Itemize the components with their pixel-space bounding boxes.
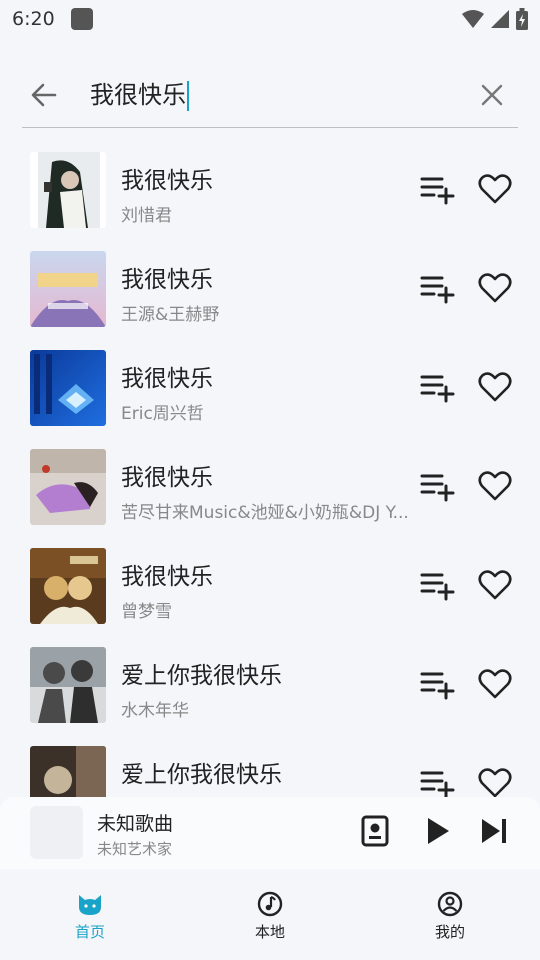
song-row[interactable]: 爱上你我很快乐 水木年华 [0,636,540,735]
song-title: 我很快乐 [121,465,213,491]
clear-search-button[interactable] [470,73,514,117]
battery-icon [516,8,528,30]
add-to-playlist-button[interactable] [420,470,456,502]
nav-label: 首页 [74,923,105,941]
song-title: 我很快乐 [121,366,213,392]
album-cover [30,647,106,723]
add-to-playlist-button[interactable] [420,272,456,304]
song-artist: 苦尽甘来Music&池娅&小奶瓶&DJ Y... [121,503,409,523]
nav-item-local[interactable]: 本地 [180,869,360,960]
mini-player-title: 未知歌曲 [97,813,174,835]
close-icon [481,84,503,105]
mini-player-cover [30,806,83,859]
album-cover [30,251,106,327]
arrow-left-icon [31,83,57,106]
next-track-button[interactable] [480,815,510,847]
song-artist: 水木年华 [121,701,189,721]
music-note-icon [257,891,283,917]
add-to-playlist-button[interactable] [420,767,456,797]
song-title: 我很快乐 [121,168,213,194]
song-row[interactable]: 我很快乐 刘惜君 [0,141,540,240]
search-bar: 我很快乐 [22,62,518,128]
album-cover [30,548,106,624]
song-artist: 曾梦雪 [121,602,172,622]
heart-icon[interactable] [478,766,512,797]
song-artist: 王源&王赫野 [121,305,220,325]
cat-icon [79,895,101,915]
album-cover [30,746,106,797]
cellular-signal-icon [491,10,509,28]
song-row[interactable]: 爱上你我很快乐 [0,735,540,797]
lyrics-button[interactable] [360,815,390,847]
song-row[interactable]: 我很快乐 曾梦雪 [0,537,540,636]
heart-icon[interactable] [478,172,512,206]
user-circle-icon [437,891,463,917]
heart-icon[interactable] [478,469,512,503]
add-to-playlist-button[interactable] [420,668,456,700]
add-to-playlist-button[interactable] [420,569,456,601]
play-button[interactable] [422,815,452,847]
song-title: 爱上你我很快乐 [121,762,282,788]
song-title: 爱上你我很快乐 [121,663,282,689]
song-title: 我很快乐 [121,267,213,293]
song-artist: Eric周兴哲 [121,404,204,424]
song-artist: 刘惜君 [121,206,172,226]
nav-label: 本地 [254,923,285,941]
album-cover [30,350,106,426]
song-list[interactable]: 我很快乐 刘惜君 我很快乐 王源&王赫野 我很快乐 Eric周兴哲 我很快乐 苦… [0,141,540,797]
bottom-navigation: 首页 本地 我的 [0,869,540,960]
heart-icon[interactable] [478,568,512,602]
heart-icon[interactable] [478,370,512,404]
song-row[interactable]: 我很快乐 苦尽甘来Music&池娅&小奶瓶&DJ Y... [0,438,540,537]
add-to-playlist-button[interactable] [420,173,456,205]
add-to-playlist-button[interactable] [420,371,456,403]
nav-item-mine[interactable]: 我的 [360,869,540,960]
album-cover [30,449,106,525]
heart-icon[interactable] [478,667,512,701]
text-caret [187,80,189,111]
status-indicators [462,8,528,30]
status-bar: 6:20 [0,0,540,38]
heart-icon[interactable] [478,271,512,305]
app-notification-icon [70,8,93,30]
song-row[interactable]: 我很快乐 Eric周兴哲 [0,339,540,438]
song-row[interactable]: 我很快乐 王源&王赫野 [0,240,540,339]
search-query-text: 我很快乐 [90,80,186,109]
search-input[interactable]: 我很快乐 [90,79,450,111]
song-title: 我很快乐 [121,564,213,590]
status-time: 6:20 [12,8,55,30]
mini-player[interactable]: 未知歌曲 未知艺术家 [0,797,540,869]
nav-item-home[interactable]: 首页 [0,869,180,960]
wifi-icon [462,10,484,28]
back-button[interactable] [22,73,66,117]
album-cover [30,152,106,228]
mini-player-artist: 未知艺术家 [97,840,173,858]
nav-label: 我的 [434,923,465,941]
